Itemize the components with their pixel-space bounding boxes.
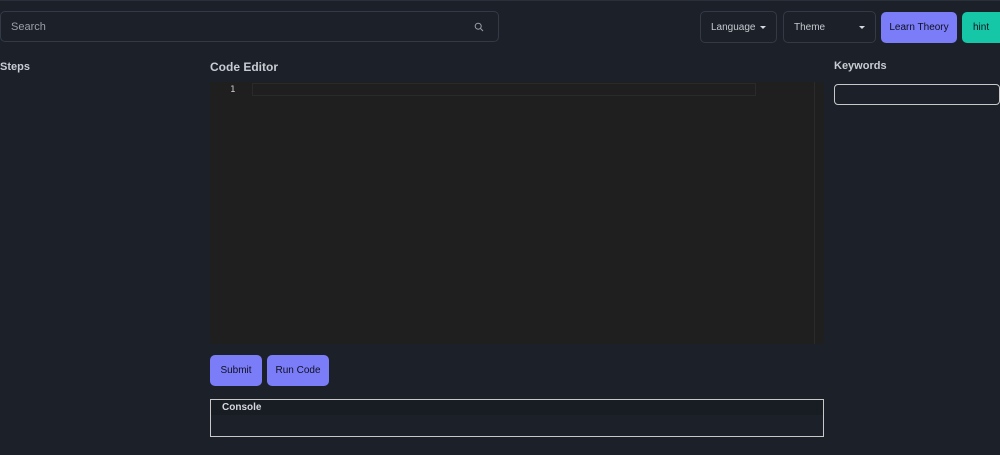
- steps-title: Steps: [0, 61, 30, 73]
- language-dropdown[interactable]: Language: [700, 11, 777, 43]
- search-bar[interactable]: [0, 11, 499, 42]
- run-code-button[interactable]: Run Code: [267, 355, 329, 386]
- caret-down-icon: [760, 25, 766, 29]
- app-page: Language Theme Learn Theory hint Steps C…: [0, 0, 1000, 455]
- line-number: 1: [230, 85, 236, 95]
- editor-gutter: 1: [210, 82, 252, 344]
- hint-button[interactable]: hint: [962, 12, 1000, 43]
- submit-button[interactable]: Submit: [210, 355, 262, 386]
- keywords-input[interactable]: [834, 84, 1000, 105]
- console-panel: Console: [210, 399, 824, 437]
- search-input[interactable]: [1, 12, 472, 41]
- editor-current-line[interactable]: [252, 83, 756, 96]
- editor-scrollbar[interactable]: [814, 82, 815, 344]
- theme-dropdown-label: Theme: [794, 21, 826, 33]
- console-header: Console: [211, 400, 823, 415]
- caret-down-icon: [859, 25, 865, 29]
- language-dropdown-label: Language: [711, 21, 756, 33]
- code-editor[interactable]: 1: [210, 82, 824, 344]
- theme-dropdown[interactable]: Theme: [783, 11, 876, 43]
- search-icon[interactable]: [472, 20, 486, 34]
- learn-theory-button[interactable]: Learn Theory: [881, 12, 957, 43]
- keywords-title: Keywords: [834, 60, 887, 72]
- code-editor-title: Code Editor: [210, 60, 278, 74]
- console-title: Console: [222, 402, 262, 413]
